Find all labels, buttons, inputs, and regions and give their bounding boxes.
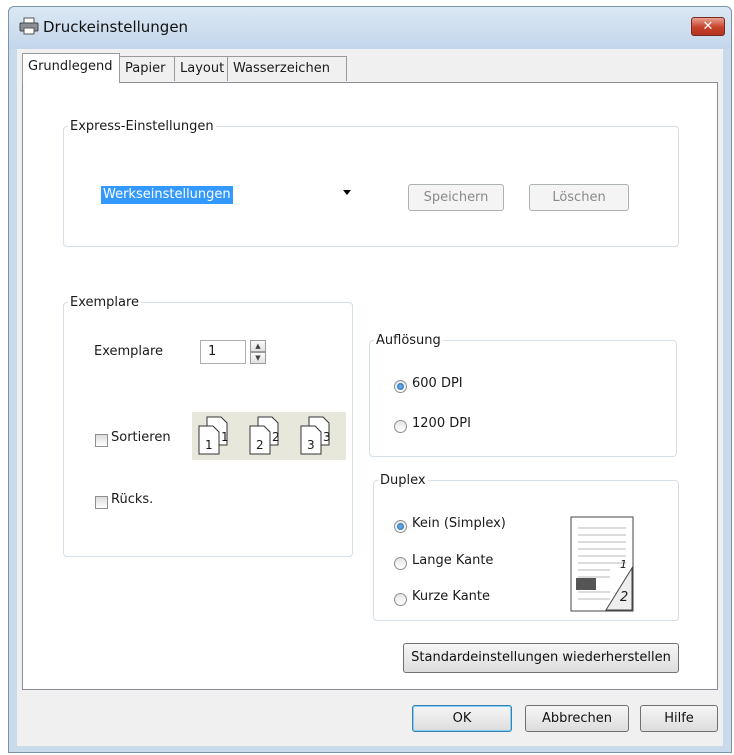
copies-legend: Exemplare [70, 295, 140, 310]
resolution-1200-label: 1200 DPI [412, 416, 471, 431]
copies-decrement-button[interactable]: ▼ [250, 352, 266, 364]
duplex-none-label: Kein (Simplex) [412, 516, 506, 531]
resolution-1200-radio[interactable] [394, 420, 407, 433]
duplex-long-edge-radio[interactable] [394, 557, 407, 570]
collate-number: 1 [205, 438, 213, 452]
window-title: Druckeinstellungen [43, 18, 189, 36]
help-button[interactable]: Hilfe [640, 705, 718, 732]
delete-button[interactable]: Löschen [529, 184, 629, 211]
restore-defaults-button[interactable]: Standardeinstellungen wiederherstellen [403, 643, 679, 673]
resolution-legend: Auflösung [376, 333, 441, 348]
collate-label: Sortieren [111, 430, 171, 445]
express-settings-group: Express-Einstellungen Werkseinstellungen… [63, 119, 679, 247]
duplex-group: Duplex Kein (Simplex) Lange Kante Kurze … [373, 473, 679, 621]
dialog-window: Druckeinstellungen ✕ Grundlegend Papier … [8, 6, 732, 753]
duplex-long-edge-label: Lange Kante [412, 553, 494, 568]
tab-panel-grundlegend: Express-Einstellungen Werkseinstellungen… [22, 82, 718, 690]
collate-preview: 1 1 2 2 3 3 [192, 412, 346, 460]
duplex-legend: Duplex [380, 473, 426, 488]
chevron-down-icon: ▼ [255, 354, 261, 362]
dialog-client: Grundlegend Papier Layout Wasserzeichen … [17, 49, 723, 746]
reverse-label: Rücks. [111, 492, 154, 507]
chevron-down-icon [343, 190, 351, 195]
copies-input[interactable]: 1 [200, 340, 246, 364]
express-settings-legend: Express-Einstellungen [70, 119, 214, 134]
cancel-button[interactable]: Abbrechen [525, 705, 629, 732]
tab-grundlegend[interactable]: Grundlegend [22, 53, 120, 83]
express-settings-dropdown[interactable]: Werkseinstellungen [96, 182, 356, 206]
resolution-group: Auflösung 600 DPI 1200 DPI [369, 333, 677, 457]
copies-increment-button[interactable]: ▲ [250, 340, 266, 352]
printer-icon [19, 17, 39, 35]
chevron-up-icon: ▲ [255, 342, 261, 350]
copies-label: Exemplare [94, 344, 164, 359]
tab-wasserzeichen[interactable]: Wasserzeichen [227, 56, 347, 81]
tab-papier[interactable]: Papier [119, 56, 175, 81]
collate-number: 2 [272, 430, 280, 444]
tab-layout[interactable]: Layout [174, 56, 228, 81]
close-icon: ✕ [702, 19, 714, 34]
collate-number: 2 [256, 438, 264, 452]
close-button[interactable]: ✕ [691, 17, 725, 36]
copies-group: Exemplare Exemplare 1 ▲ ▼ Sortieren 1 1 [63, 295, 353, 557]
duplex-short-edge-radio[interactable] [394, 593, 407, 606]
duplex-short-edge-label: Kurze Kante [412, 589, 491, 604]
resolution-600-label: 600 DPI [412, 376, 463, 391]
reverse-checkbox[interactable] [95, 496, 108, 509]
title-bar[interactable]: Druckeinstellungen ✕ [9, 7, 731, 49]
collate-number: 3 [323, 430, 331, 444]
duplex-preview: 1 2 [570, 516, 634, 612]
ok-button[interactable]: OK [412, 705, 512, 732]
duplex-none-radio[interactable] [394, 520, 407, 533]
duplex-page-number: 2 [620, 590, 629, 605]
copies-value: 1 [208, 344, 217, 359]
collate-number: 1 [221, 430, 229, 444]
duplex-page-number: 1 [620, 558, 627, 571]
save-button[interactable]: Speichern [408, 184, 504, 211]
express-settings-selected: Werkseinstellungen [101, 186, 233, 204]
resolution-600-radio[interactable] [394, 380, 407, 393]
collate-checkbox[interactable] [95, 434, 108, 447]
collate-number: 3 [307, 438, 315, 452]
